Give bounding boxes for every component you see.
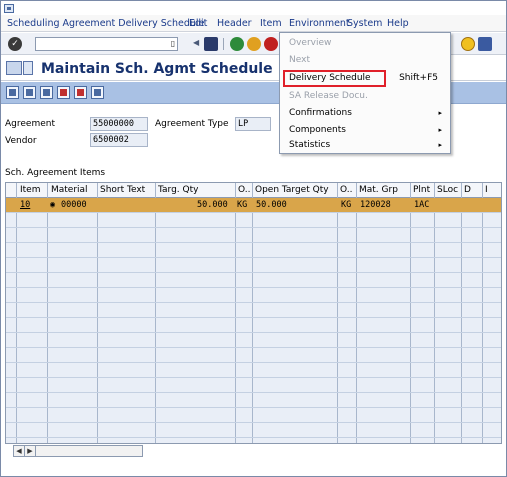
cell-unit2[interactable]: KG: [341, 200, 351, 210]
sap-window: Scheduling Agreement Delivery Schedule E…: [0, 0, 507, 477]
table-row[interactable]: [6, 318, 501, 333]
material-f4-icon[interactable]: ◉: [50, 200, 55, 210]
table-header: Item Material Short Text Targ. Qty O.. O…: [6, 183, 501, 198]
menu-edit[interactable]: Edit: [189, 18, 207, 29]
system-menu-icon[interactable]: [4, 4, 14, 13]
item-details-icon[interactable]: [23, 86, 36, 99]
collapse-arrow-icon[interactable]: ◀: [193, 38, 199, 47]
shortcut-label: Shift+F5: [399, 73, 438, 83]
delivery-schedule-icon[interactable]: [57, 86, 70, 99]
menu-system[interactable]: System: [347, 18, 382, 29]
table-row[interactable]: 10 ◉ 00000 50.000 KG 50.000 KG 120028 1A…: [6, 198, 501, 213]
submenu-arrow-icon: ▸: [438, 109, 442, 117]
agreement-field[interactable]: 55000000: [90, 117, 148, 131]
table-row[interactable]: [6, 288, 501, 303]
table-row[interactable]: [6, 258, 501, 273]
highlight-box: [283, 70, 386, 87]
cell-material[interactable]: 00000: [61, 200, 87, 210]
col-header-open-target-qty[interactable]: Open Target Qty: [255, 185, 329, 195]
table-row[interactable]: [6, 213, 501, 228]
col-header-i[interactable]: I: [485, 185, 488, 195]
menu-bar: Scheduling Agreement Delivery Schedule E…: [1, 15, 506, 32]
command-history-icon[interactable]: ▯: [168, 37, 178, 51]
col-header-item[interactable]: Item: [20, 185, 41, 195]
table-row[interactable]: [6, 423, 501, 438]
menu-environment[interactable]: Environment: [289, 18, 350, 29]
col-header-short-text[interactable]: Short Text: [100, 185, 145, 195]
cell-open-target-qty[interactable]: 50.000: [256, 200, 287, 210]
menu-option-label: Components: [289, 125, 346, 135]
table-row[interactable]: [6, 228, 501, 243]
cell-mat-grp[interactable]: 120028: [360, 200, 391, 210]
menu-option-sa-release-docu[interactable]: SA Release Docu.: [280, 88, 450, 105]
scroll-right-icon[interactable]: ▶: [25, 446, 36, 456]
section-title: Sch. Agreement Items: [5, 168, 106, 178]
cell-targ-qty[interactable]: 50.000: [197, 200, 228, 210]
menu-option-label: Next: [289, 55, 310, 65]
header-detail-icon[interactable]: [23, 61, 33, 75]
table-row[interactable]: [6, 273, 501, 288]
menu-header[interactable]: Header: [217, 18, 252, 29]
vendor-label: Vendor: [5, 136, 37, 146]
table-row[interactable]: [6, 408, 501, 423]
menu-scheduling-agreement[interactable]: Scheduling Agreement Delivery Schedule: [7, 18, 204, 29]
cell-unit1[interactable]: KG: [237, 200, 247, 210]
item-dropdown-menu: Overview Next Delivery Schedule Shift+F5…: [279, 32, 451, 154]
col-header-plnt[interactable]: Plnt: [413, 185, 430, 195]
items-table: Item Material Short Text Targ. Qty O.. O…: [5, 182, 502, 444]
table-row[interactable]: [6, 243, 501, 258]
agreement-type-label: Agreement Type: [155, 119, 229, 129]
enter-check-icon[interactable]: ✓: [8, 37, 22, 51]
back-icon[interactable]: [230, 37, 244, 51]
table-row[interactable]: [6, 303, 501, 318]
help-icon[interactable]: [461, 37, 475, 51]
menu-option-label: Confirmations: [289, 108, 352, 118]
col-header-targ-qty[interactable]: Targ. Qty: [158, 185, 198, 195]
col-header-sloc[interactable]: SLoc: [437, 185, 458, 195]
table-row[interactable]: [6, 363, 501, 378]
col-header-d[interactable]: D: [464, 185, 471, 195]
display-change-icon[interactable]: [6, 61, 22, 75]
menu-option-confirmations[interactable]: Confirmations ▸: [280, 105, 450, 122]
print-icon[interactable]: [91, 86, 104, 99]
table-row[interactable]: [6, 348, 501, 363]
command-field[interactable]: [35, 37, 178, 51]
menu-option-label: SA Release Docu.: [289, 91, 368, 101]
submenu-arrow-icon: ▸: [438, 141, 442, 149]
item-overview-icon[interactable]: [6, 86, 19, 99]
table-row[interactable]: [6, 393, 501, 408]
conditions-icon[interactable]: [40, 86, 53, 99]
layout-menu-icon[interactable]: [478, 37, 492, 51]
agreement-type-field[interactable]: LP: [235, 117, 271, 131]
col-header-mat-grp[interactable]: Mat. Grp: [359, 185, 398, 195]
delete-icon[interactable]: [74, 86, 87, 99]
save-icon[interactable]: [204, 37, 218, 51]
page-title: Maintain Sch. Agmt Schedule : Ite: [41, 61, 310, 77]
agreement-label: Agreement: [5, 119, 55, 129]
toolbar-separator: [223, 38, 224, 50]
menu-option-label: Statistics: [289, 140, 331, 150]
horizontal-scrollbar[interactable]: ◀ ▶: [13, 445, 143, 457]
exit-icon[interactable]: [247, 37, 261, 51]
table-row[interactable]: [6, 378, 501, 393]
menu-help[interactable]: Help: [387, 18, 409, 29]
col-header-material[interactable]: Material: [51, 185, 88, 195]
menu-option-label: Overview: [289, 38, 332, 48]
col-header-unit1[interactable]: O..: [238, 185, 250, 195]
menu-option-next[interactable]: Next: [280, 52, 450, 69]
vendor-field[interactable]: 6500002: [90, 133, 148, 147]
cancel-icon[interactable]: [264, 37, 278, 51]
table-row[interactable]: [6, 333, 501, 348]
menu-item[interactable]: Item: [260, 18, 282, 29]
scroll-left-icon[interactable]: ◀: [14, 446, 25, 456]
menu-option-statistics[interactable]: Statistics ▸: [280, 137, 450, 154]
col-header-unit2[interactable]: O..: [340, 185, 352, 195]
cell-item[interactable]: 10: [20, 200, 30, 210]
menu-option-overview[interactable]: Overview: [280, 35, 450, 52]
cell-plnt[interactable]: 1AC: [414, 200, 429, 210]
